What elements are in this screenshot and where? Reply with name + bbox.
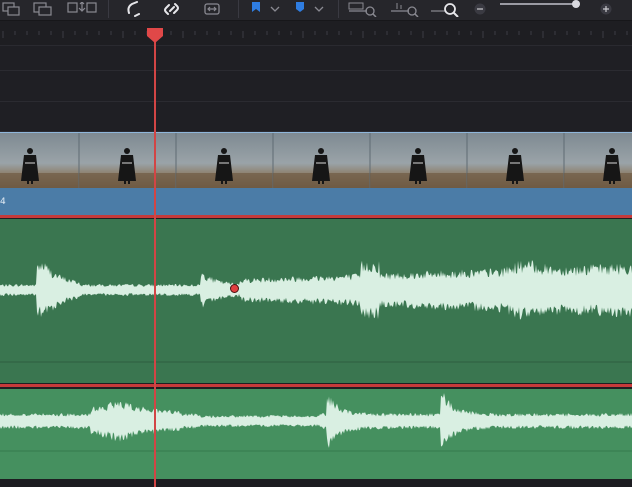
audio-clip-1[interactable] (0, 219, 632, 383)
clip-thumbnails (0, 133, 632, 188)
audio-clip-2[interactable] (0, 389, 632, 479)
marker-icon[interactable] (292, 0, 308, 18)
waveform-2 (0, 393, 632, 448)
audio-waveform-1 (0, 260, 632, 363)
video-thumbnail-strip (0, 133, 632, 188)
zoom-detail-icon[interactable] (388, 0, 420, 18)
zoom-slider-fill (500, 3, 576, 5)
empty-video-track[interactable] (0, 102, 632, 132)
audio-waveform-2 (0, 393, 632, 452)
ruler-ticks (2, 31, 628, 38)
toolbar-divider (238, 0, 239, 18)
track-divider (0, 215, 632, 218)
toolbar-divider (108, 0, 109, 18)
linked-selection-icon[interactable] (160, 0, 184, 18)
zoom-slider[interactable] (500, 0, 580, 8)
ripple-overwrite-icon[interactable] (66, 0, 98, 18)
volume-keyframe[interactable] (230, 284, 239, 293)
timeline-ruler[interactable] (0, 21, 632, 46)
chevron-down-icon[interactable] (268, 0, 282, 18)
chevron-down-icon[interactable] (312, 0, 326, 18)
overwrite-clip-icon[interactable] (0, 0, 22, 18)
zoom-in-icon[interactable] (598, 0, 614, 18)
zoom-full-icon[interactable] (346, 0, 378, 18)
flag-icon[interactable] (248, 0, 264, 18)
video-clip[interactable]: 4 (0, 132, 632, 215)
position-lock-icon[interactable] (200, 0, 224, 18)
timeline-toolbar (0, 0, 632, 21)
clip-name: 4 (0, 197, 6, 207)
zoom-custom-icon[interactable] (428, 0, 460, 18)
replace-clip-icon[interactable] (30, 0, 54, 18)
toolbar-divider (338, 0, 339, 18)
playhead-line[interactable] (154, 30, 156, 487)
playhead-handle[interactable] (147, 28, 163, 48)
track-divider (0, 384, 632, 387)
timeline-bottom (0, 479, 632, 487)
empty-video-track[interactable] (0, 71, 632, 102)
zoom-slider-handle[interactable] (572, 0, 580, 8)
waveform-1 (0, 260, 632, 320)
zoom-out-icon[interactable] (472, 0, 488, 18)
snapping-icon[interactable] (122, 0, 146, 18)
empty-video-track[interactable] (0, 46, 632, 71)
